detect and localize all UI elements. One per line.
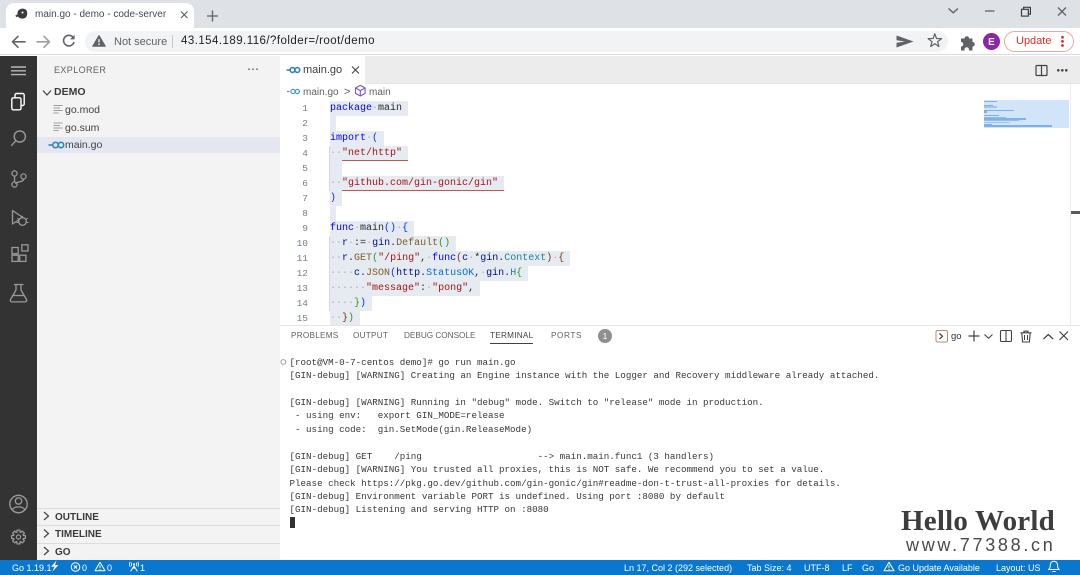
svg-text:E: E bbox=[988, 37, 995, 48]
